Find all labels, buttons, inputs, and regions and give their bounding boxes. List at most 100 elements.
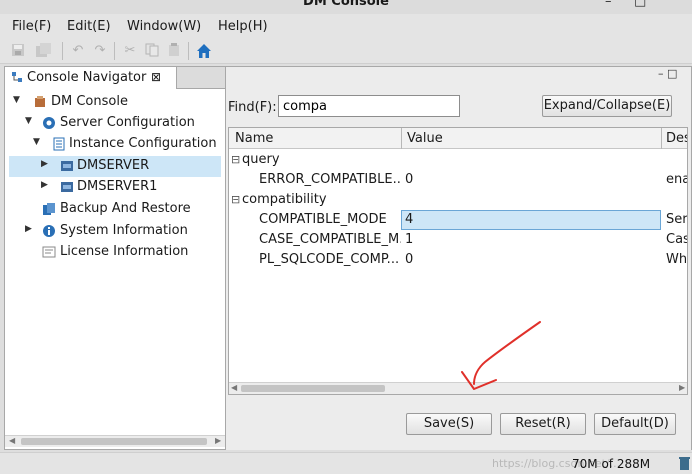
save-icon[interactable] [10, 43, 26, 59]
scroll-left-icon[interactable]: ◀ [231, 383, 237, 392]
save-all-icon[interactable] [36, 43, 52, 59]
column-header-value[interactable]: Value [407, 131, 443, 146]
table-row[interactable]: COMPATIBLE_MODE 4 Ser [229, 210, 688, 230]
tree-label: Instance Configuration [69, 136, 217, 151]
param-name: ERROR_COMPATIBLE... [259, 172, 401, 187]
server-icon [60, 180, 74, 194]
param-description: Wh [666, 252, 688, 267]
selected-value-cell[interactable] [401, 210, 661, 230]
scroll-right-icon[interactable]: ▶ [679, 383, 685, 392]
toolbar-divider [62, 42, 63, 60]
tree-label: System Information [60, 223, 188, 238]
instance-config-panel: – □ Find(F): Expand/Collapse(E) Name Val… [226, 66, 692, 450]
dm-console-icon [33, 95, 47, 109]
tree-item-license-information[interactable]: License Information [9, 242, 221, 263]
menu-file[interactable]: File(F) [12, 19, 51, 34]
scrollbar-thumb[interactable] [241, 385, 385, 392]
list-icon [52, 137, 66, 151]
tree-label: DMSERVER1 [77, 179, 158, 194]
window-title: DM Console [303, 0, 389, 9]
navigator-tab-label: Console Navigator [27, 70, 147, 85]
collapsed-triangle-icon[interactable]: ▶ [41, 159, 48, 169]
navigator-icon [11, 71, 24, 88]
scroll-left-icon[interactable]: ◀ [9, 436, 15, 445]
license-icon [42, 245, 56, 259]
tree-label: Backup And Restore [60, 201, 191, 216]
gear-icon [42, 116, 56, 130]
collapsed-triangle-icon[interactable]: ▶ [41, 180, 48, 190]
parameter-table: Name Value Des ⊟ query ERROR_COMPATIBLE.… [228, 127, 688, 395]
column-header-name[interactable]: Name [235, 131, 273, 146]
param-description: Cas [666, 232, 688, 247]
view-controls[interactable]: – □ [658, 67, 677, 80]
save-button[interactable]: Save(S) [406, 413, 492, 435]
garbage-collect-icon[interactable] [679, 456, 690, 473]
param-name: COMPATIBLE_MODE [259, 212, 387, 227]
find-input[interactable] [278, 95, 460, 117]
param-description: ena [666, 172, 688, 187]
expanded-triangle-icon[interactable]: ▼ [25, 116, 32, 126]
expand-collapse-button[interactable]: Expand/Collapse(E) [542, 95, 672, 117]
collapse-toggle-icon[interactable]: ⊟ [231, 154, 240, 165]
close-icon[interactable]: ⊠ [151, 70, 161, 84]
table-group-row[interactable]: ⊟ compatibility [229, 190, 687, 210]
scrollbar-thumb[interactable] [21, 438, 207, 445]
server-icon [60, 159, 74, 173]
status-bar: https://blog.csdn.net/... 70M of 288M [0, 452, 692, 474]
menu-bar: File(F) Edit(E) Window(W) Help(H) [0, 14, 692, 38]
tree-item-dmserver[interactable]: ▶ DMSERVER [9, 156, 221, 177]
home-icon[interactable] [196, 43, 212, 59]
param-value[interactable]: 4 [405, 212, 413, 227]
column-divider[interactable] [401, 128, 402, 149]
tree-label: DM Console [51, 94, 128, 109]
tree-label: Server Configuration [60, 115, 195, 130]
tree-item-instance-configuration[interactable]: ▼ Instance Configuration [9, 134, 221, 155]
toolbar-divider [114, 42, 115, 60]
reset-button[interactable]: Reset(R) [500, 413, 586, 435]
table-group-row[interactable]: ⊟ query [229, 150, 687, 170]
param-value[interactable]: 0 [405, 172, 413, 187]
tree-item-backup-and-restore[interactable]: Backup And Restore [9, 199, 221, 220]
tree-label: License Information [60, 244, 189, 259]
tree-item-dm-console[interactable]: ▼ DM Console [9, 92, 221, 113]
table-row[interactable]: CASE_COMPATIBLE_M... 1 Cas [229, 230, 688, 250]
param-value[interactable]: 1 [405, 232, 413, 247]
scroll-right-icon[interactable]: ▶ [215, 436, 221, 445]
tree-label: DMSERVER [77, 158, 150, 173]
param-value[interactable]: 0 [405, 252, 413, 267]
toolbar-divider [188, 42, 189, 60]
param-name: CASE_COMPATIBLE_M... [259, 232, 401, 247]
column-divider[interactable] [661, 128, 662, 149]
memory-usage-label: 70M of 288M [572, 457, 651, 471]
tab-strip [177, 67, 225, 89]
group-name: compatibility [242, 192, 327, 207]
paste-icon[interactable] [166, 43, 182, 59]
tree-item-system-information[interactable]: ▶ System Information [9, 221, 221, 242]
tree-item-dmserver1[interactable]: ▶ DMSERVER1 [9, 177, 221, 198]
tab-console-navigator[interactable]: Console Navigator ⊠ [5, 67, 177, 89]
menu-help[interactable]: Help(H) [218, 19, 268, 34]
tree-item-server-configuration[interactable]: ▼ Server Configuration [9, 113, 221, 134]
expanded-triangle-icon[interactable]: ▼ [13, 95, 20, 105]
table-header: Name Value Des [229, 128, 687, 149]
default-button[interactable]: Default(D) [594, 413, 676, 435]
menu-window[interactable]: Window(W) [127, 19, 201, 34]
collapsed-triangle-icon[interactable]: ▶ [25, 224, 32, 234]
cut-icon[interactable]: ✂ [122, 43, 138, 59]
redo-icon[interactable]: ↷ [92, 43, 108, 59]
column-header-description[interactable]: Des [666, 131, 687, 146]
group-name: query [242, 152, 280, 167]
table-row[interactable]: ERROR_COMPATIBLE... 0 ena [229, 170, 688, 190]
maximize-button[interactable]: □ [634, 0, 646, 9]
info-icon [42, 224, 56, 238]
undo-icon[interactable]: ↶ [70, 43, 86, 59]
menu-edit[interactable]: Edit(E) [67, 19, 111, 34]
collapse-toggle-icon[interactable]: ⊟ [231, 194, 240, 205]
table-row[interactable]: PL_SQLCODE_COMP... 0 Wh [229, 250, 688, 270]
param-description: Ser [666, 212, 688, 227]
table-horizontal-scrollbar[interactable]: ◀ ▶ [229, 382, 687, 394]
copy-icon[interactable] [144, 43, 160, 59]
expanded-triangle-icon[interactable]: ▼ [33, 137, 40, 147]
minimize-button[interactable]: – [605, 0, 612, 9]
navigator-horizontal-scrollbar[interactable]: ◀ ▶ [5, 435, 225, 447]
